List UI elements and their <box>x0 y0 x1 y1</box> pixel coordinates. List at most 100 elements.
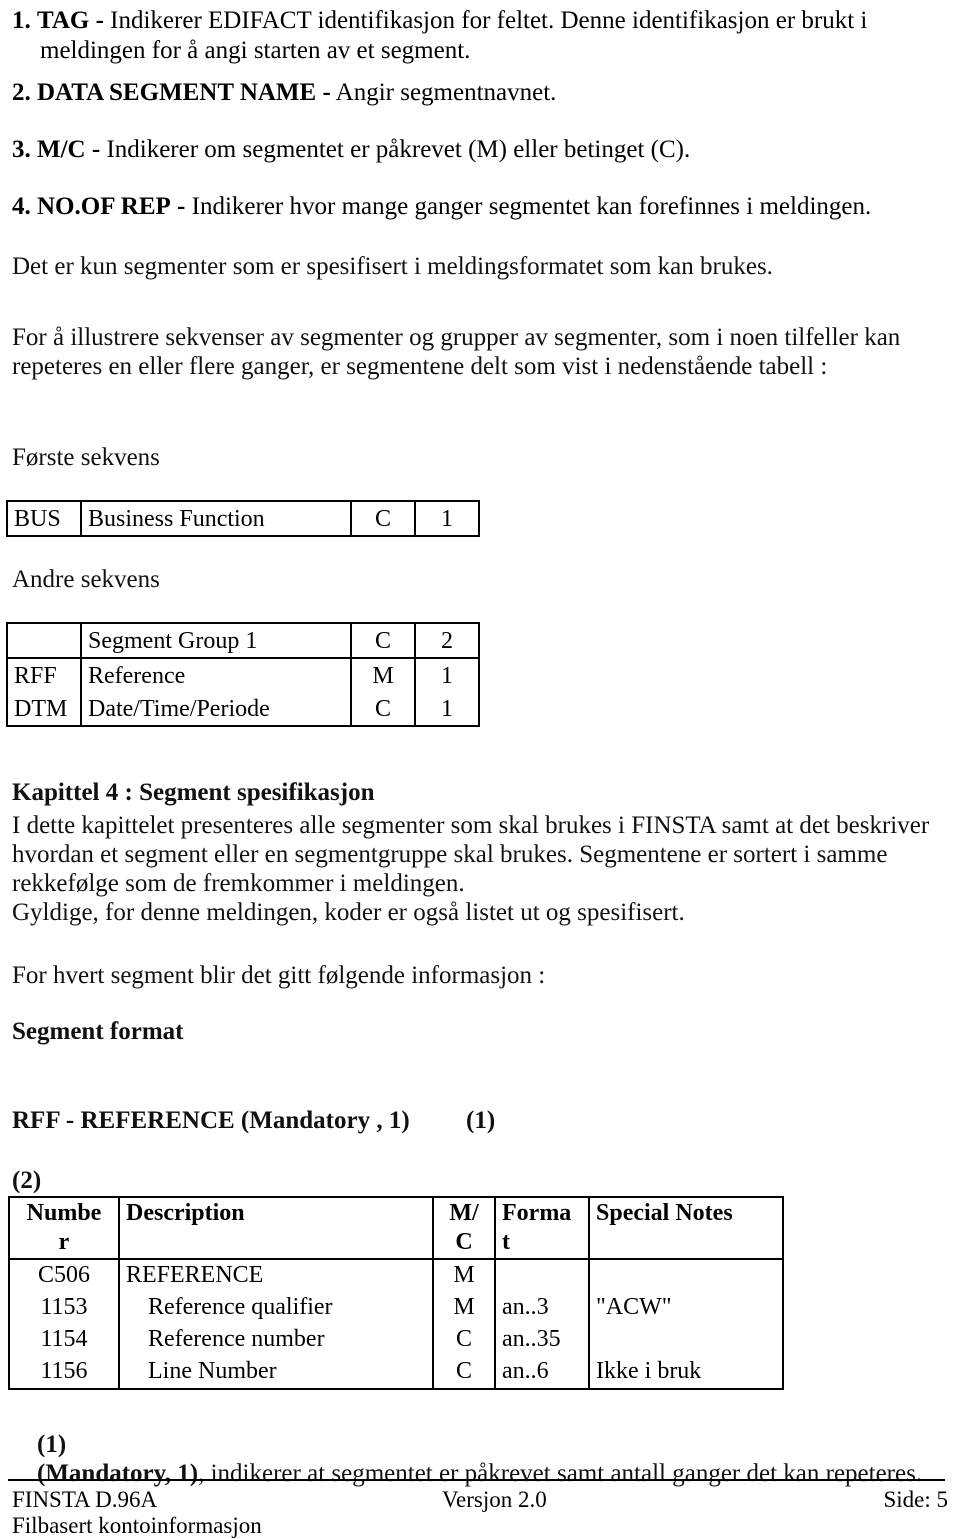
column-header-number-line2: r <box>58 1229 70 1255</box>
footnote-rest: , indikerer at segmentet er påkrevet sam… <box>198 1460 923 1487</box>
document-page: 1. TAG - Indikerer EDIFACT identifikasjo… <box>0 0 960 1538</box>
definition-number: 4. <box>12 193 31 220</box>
cell-repetitions: 1 <box>414 500 480 537</box>
column-header-number: Numbe r <box>8 1196 120 1260</box>
column-header-number-line1: Numbe <box>26 1200 102 1226</box>
footer-message-type: FINSTA D.96A <box>12 1487 158 1512</box>
cell-format: an..6 <box>494 1356 590 1390</box>
cell-special-notes <box>588 1324 784 1356</box>
table-row: BUS Business Function C 1 <box>6 500 480 537</box>
segment-spec-heading-marker: (1) <box>466 1107 496 1134</box>
definition-term: TAG <box>37 7 90 34</box>
cell-tag: RFF <box>6 657 82 692</box>
segment-spec-heading: RFF - REFERENCE (Mandatory , 1) <box>12 1107 410 1134</box>
cell-mc: M <box>432 1292 496 1324</box>
cell-number: 1154 <box>8 1324 120 1356</box>
cell-description: Reference <box>80 657 352 692</box>
chapter-line-3: rekkefølge som de fremkommer i meldingen… <box>12 870 465 897</box>
chapter-heading: Kapittel 4 : Segment spesifikasjon <box>12 779 375 806</box>
cell-description: REFERENCE <box>118 1258 434 1292</box>
cell-repetitions: 2 <box>414 622 480 658</box>
cell-number: 1153 <box>8 1292 120 1324</box>
label-first-sequence: Første sekvens <box>12 444 160 471</box>
column-header-format: Forma t <box>494 1196 590 1260</box>
column-header-mc-line2: C <box>455 1229 473 1255</box>
cell-special-notes: Ikke i bruk <box>588 1356 784 1390</box>
cell-tag: BUS <box>6 500 82 537</box>
definition-item-3: 3. M/C - Indikerer om segmentet er påkre… <box>12 135 922 165</box>
table-row: RFF Reference M 1 <box>6 657 480 692</box>
definition-text: Indikerer om segmentet er påkrevet (M) e… <box>106 136 691 163</box>
cell-repetitions: 1 <box>414 692 480 727</box>
cell-mc: C <box>350 692 416 727</box>
table-row: DTM Date/Time/Periode C 1 <box>6 692 480 727</box>
footer-subtitle: Filbasert kontoinformasjon <box>12 1513 262 1538</box>
first-sequence-table: BUS Business Function C 1 <box>6 500 480 537</box>
chapter-line-2: hvordan et segment eller en segmentgrupp… <box>12 841 888 868</box>
cell-description: Date/Time/Periode <box>80 692 352 727</box>
chapter-line-4: Gyldige, for denne meldingen, koder er o… <box>12 899 685 926</box>
cell-mc: C <box>350 500 416 537</box>
paragraph-illustrate-line2: repeteres en eller flere ganger, er segm… <box>12 353 828 380</box>
definition-text: Indikerer hvor mange ganger segmentet ka… <box>191 193 872 220</box>
definition-item-2: 2. DATA SEGMENT NAME - Angir segmentnavn… <box>12 78 922 108</box>
table-row: 1153 Reference qualifier M an..3 "ACW" <box>8 1292 784 1324</box>
cell-tag: DTM <box>6 692 82 727</box>
column-header-mc-line1: M/ <box>449 1200 479 1226</box>
table-row: Segment Group 1 C 2 <box>6 622 480 658</box>
definition-term: DATA SEGMENT NAME <box>37 79 317 106</box>
definition-number: 1. <box>12 7 31 34</box>
cell-number: 1156 <box>8 1356 120 1390</box>
paragraph-for-each-segment: For hvert segment blir det gitt følgende… <box>12 962 546 989</box>
segment-spec-table: Numbe r Description M/ C Forma t Special… <box>8 1196 784 1390</box>
cell-mc: C <box>432 1324 496 1356</box>
definition-term: NO.OF REP <box>37 193 171 220</box>
footer-row-2: Filbasert kontoinformasjon <box>12 1513 948 1539</box>
table-row: C506 REFERENCE M <box>8 1258 784 1292</box>
definition-text: Indikerer EDIFACT identifikasjon for fel… <box>110 7 868 34</box>
definition-term: M/C <box>37 136 86 163</box>
definition-dash: - <box>177 193 186 220</box>
definition-number: 2. <box>12 79 31 106</box>
cell-mc: C <box>432 1356 496 1390</box>
footnote-bold-part: (Mandatory, 1) <box>37 1460 199 1487</box>
cell-description: Line Number <box>118 1356 434 1390</box>
definition-item-4: 4. NO.OF REP - Indikerer hvor mange gang… <box>12 192 922 222</box>
footer-divider <box>8 1479 945 1481</box>
cell-description: Business Function <box>80 500 352 537</box>
segment-spec-table-marker: (2) <box>12 1167 42 1194</box>
definition-text: Angir segmentnavnet. <box>335 79 557 106</box>
cell-mc: M <box>350 657 416 692</box>
table-row: 1156 Line Number C an..6 Ikke i bruk <box>8 1356 784 1390</box>
page-footer: FINSTA D.96A Versjon 2.0 Side: 5 Filbase… <box>12 1487 948 1539</box>
definition-item-1: 1. TAG - Indikerer EDIFACT identifikasjo… <box>12 6 922 66</box>
footer-page-number: Side: 5 <box>883 1487 948 1512</box>
cell-number: C506 <box>8 1258 120 1292</box>
footnote-marker: (1) <box>37 1431 67 1458</box>
definition-continuation: meldingen for å angi starten av et segme… <box>40 37 471 64</box>
cell-description: Segment Group 1 <box>80 622 352 658</box>
cell-format: an..3 <box>494 1292 590 1324</box>
table-row: 1154 Reference number C an..35 <box>8 1324 784 1356</box>
definition-dash: - <box>95 7 104 34</box>
definition-dash: - <box>322 79 331 106</box>
cell-format: an..35 <box>494 1324 590 1356</box>
column-header-mc: M/ C <box>432 1196 496 1260</box>
column-header-description: Description <box>118 1196 434 1260</box>
segment-format-heading: Segment format <box>12 1018 184 1045</box>
cell-mc: M <box>432 1258 496 1292</box>
cell-tag <box>6 622 82 658</box>
cell-description: Reference number <box>118 1324 434 1356</box>
cell-description: Reference qualifier <box>118 1292 434 1324</box>
column-header-special-notes: Special Notes <box>588 1196 784 1260</box>
chapter-line-1: I dette kapittelet presenteres alle segm… <box>12 812 930 839</box>
definition-dash: - <box>91 136 101 163</box>
second-sequence-table: Segment Group 1 C 2 RFF Reference M 1 DT… <box>6 622 480 727</box>
cell-mc: C <box>350 622 416 658</box>
table-header-row: Numbe r Description M/ C Forma t Special… <box>8 1196 784 1260</box>
cell-repetitions: 1 <box>414 657 480 692</box>
definition-number: 3. <box>12 136 31 163</box>
label-second-sequence: Andre sekvens <box>12 566 160 593</box>
cell-special-notes: "ACW" <box>588 1292 784 1324</box>
cell-special-notes <box>588 1258 784 1292</box>
